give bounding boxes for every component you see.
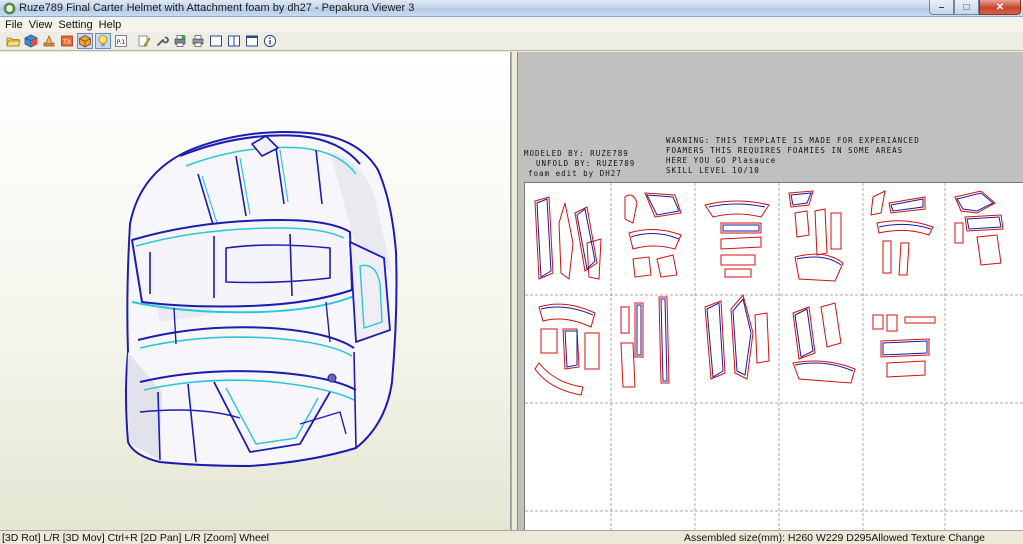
- show-3d-icon[interactable]: [77, 33, 93, 49]
- print-preview-icon[interactable]: [190, 33, 206, 49]
- toolbar: TX P.1: [0, 32, 1023, 51]
- 3d-view-pane[interactable]: [0, 52, 511, 530]
- open-folder-icon[interactable]: [5, 33, 21, 49]
- light-icon[interactable]: [95, 33, 111, 49]
- unfold-by-note: UNFOLD BY: RUZE789: [536, 159, 636, 168]
- window-title: Ruze789 Final Carter Helmet with Attachm…: [19, 2, 415, 14]
- status-assembled-size: Assembled size(mm): H260 W229 D295Allowe…: [684, 532, 985, 544]
- unfold-icon[interactable]: [41, 33, 57, 49]
- unfolded-parts[interactable]: [525, 183, 1023, 530]
- menu-setting[interactable]: Setting: [57, 19, 97, 31]
- full-view-icon[interactable]: [244, 33, 260, 49]
- warning-line-2: FOAMERS THIS REQUIRES FOAMIES IN SOME AR…: [666, 146, 904, 155]
- page-number-label: P.1: [117, 39, 126, 46]
- edit-icon[interactable]: [136, 33, 152, 49]
- helmet-3d-model[interactable]: [0, 52, 510, 530]
- status-bar: [3D Rot] L/R [3D Mov] Ctrl+R [2D Pan] L/…: [0, 530, 1023, 544]
- menu-help[interactable]: Help: [98, 19, 127, 31]
- view-splitter[interactable]: [511, 52, 518, 530]
- modeled-by-note: MODELED BY: RUZE789: [524, 149, 629, 158]
- maximize-button[interactable]: □: [954, 0, 979, 15]
- warning-line-3: HERE YOU GO Plasauce: [666, 156, 777, 165]
- foam-edit-note: foam edit by DH27: [528, 169, 622, 178]
- 2d-view-pane[interactable]: MODELED BY: RUZE789 UNFOLD BY: RUZE789 f…: [518, 52, 1023, 530]
- pepakura-app-icon: [3, 2, 16, 15]
- split-view-icon[interactable]: [226, 33, 242, 49]
- page-number-icon[interactable]: P.1: [113, 33, 129, 49]
- menu-view[interactable]: View: [28, 19, 58, 31]
- single-view-icon[interactable]: [208, 33, 224, 49]
- menu-file[interactable]: File: [4, 19, 28, 31]
- close-button[interactable]: ✕: [979, 0, 1021, 15]
- settings-wrench-icon[interactable]: [154, 33, 170, 49]
- menu-bar: File View Setting Help: [0, 17, 1023, 32]
- svg-text:TX: TX: [62, 39, 71, 46]
- texture-icon[interactable]: TX: [59, 33, 75, 49]
- title-bar[interactable]: Ruze789 Final Carter Helmet with Attachm…: [0, 0, 1023, 17]
- info-icon[interactable]: [262, 33, 278, 49]
- minimize-button[interactable]: –: [929, 0, 954, 15]
- window-controls: – □ ✕: [929, 0, 1021, 15]
- print-icon[interactable]: [172, 33, 188, 49]
- cube-icon[interactable]: [23, 33, 39, 49]
- pattern-sheet[interactable]: [524, 182, 1023, 530]
- status-controls-hint: [3D Rot] L/R [3D Mov] Ctrl+R [2D Pan] L/…: [2, 532, 269, 544]
- warning-line-4: SKILL LEVEL 10/10: [666, 166, 760, 175]
- warning-line-1: WARNING: THIS TEMPLATE IS MADE FOR EXPER…: [666, 136, 920, 145]
- pepakura-window: Ruze789 Final Carter Helmet with Attachm…: [0, 0, 1023, 544]
